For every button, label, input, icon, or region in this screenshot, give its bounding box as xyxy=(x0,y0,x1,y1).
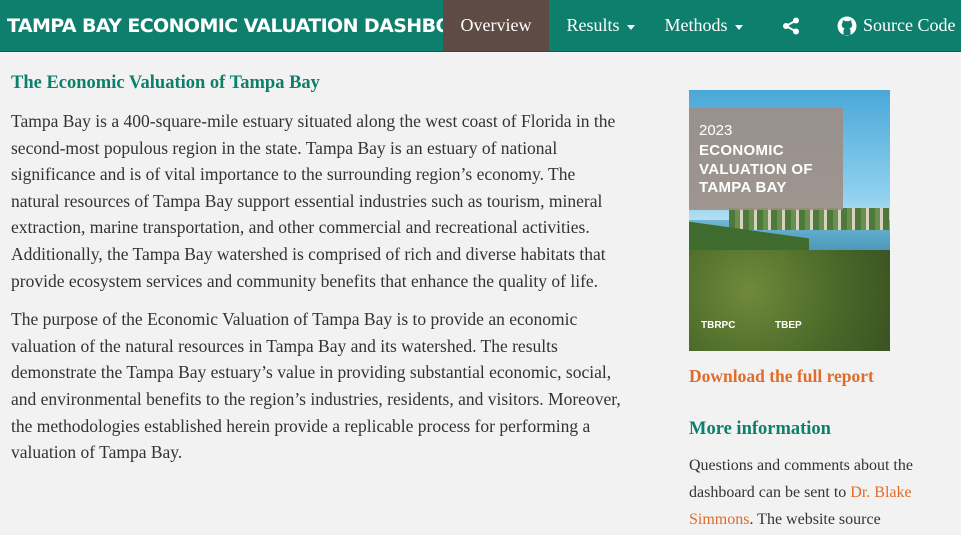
top-navbar: TAMPA BAY ECONOMIC VALUATION DASHBOARD O… xyxy=(0,0,961,52)
nav-methods-label: Methods xyxy=(664,15,728,35)
nav-overview-tab[interactable]: Overview xyxy=(443,0,549,51)
download-report-link[interactable]: Download the full report xyxy=(689,366,949,387)
more-info-text: Questions and comments about the dashboa… xyxy=(689,452,949,533)
share-button[interactable] xyxy=(755,0,827,51)
main-content: The Economic Valuation of Tampa Bay Tamp… xyxy=(11,73,626,478)
cover-title-line2: VALUATION OF xyxy=(699,160,813,178)
nav-results-menu[interactable]: Results xyxy=(549,0,652,51)
cover-title-line3: TAMPA BAY xyxy=(699,179,787,196)
source-code-link[interactable]: Source Code xyxy=(827,0,961,51)
chevron-down-icon xyxy=(734,24,743,30)
more-info-heading: More information xyxy=(689,419,831,439)
cover-title-line1: ECONOMIC xyxy=(699,142,784,159)
report-cover-image[interactable]: 2023 ECONOMIC VALUATION OF TAMPA BAY TBR… xyxy=(689,90,890,351)
purpose-paragraph: The purpose of the Economic Valuation of… xyxy=(11,309,621,463)
cover-vegetation xyxy=(689,250,890,351)
cover-year: 2023 xyxy=(699,122,733,139)
page-title: The Economic Valuation of Tampa Bay xyxy=(11,73,320,93)
share-icon xyxy=(783,17,799,34)
nav-methods-menu[interactable]: Methods xyxy=(652,0,755,51)
cover-title-box: 2023 ECONOMIC VALUATION OF TAMPA BAY xyxy=(689,108,843,210)
more-info-text-after: . The website source xyxy=(749,511,881,528)
source-code-label: Source Code xyxy=(863,15,956,35)
tbrpc-logo: TBRPC xyxy=(701,320,736,331)
nav-results-label: Results xyxy=(566,15,620,35)
sidebar: 2023 ECONOMIC VALUATION OF TAMPA BAY TBR… xyxy=(689,90,949,533)
tbep-logo: TBEP xyxy=(775,320,802,331)
intro-paragraph: Tampa Bay is a 400-square-mile estuary s… xyxy=(11,111,616,291)
app-brand[interactable]: TAMPA BAY ECONOMIC VALUATION DASHBOARD xyxy=(0,0,494,51)
cover-skyline xyxy=(729,208,889,230)
chevron-down-icon xyxy=(626,24,635,30)
nav-overview-label: Overview xyxy=(460,15,532,35)
github-icon xyxy=(837,16,857,35)
